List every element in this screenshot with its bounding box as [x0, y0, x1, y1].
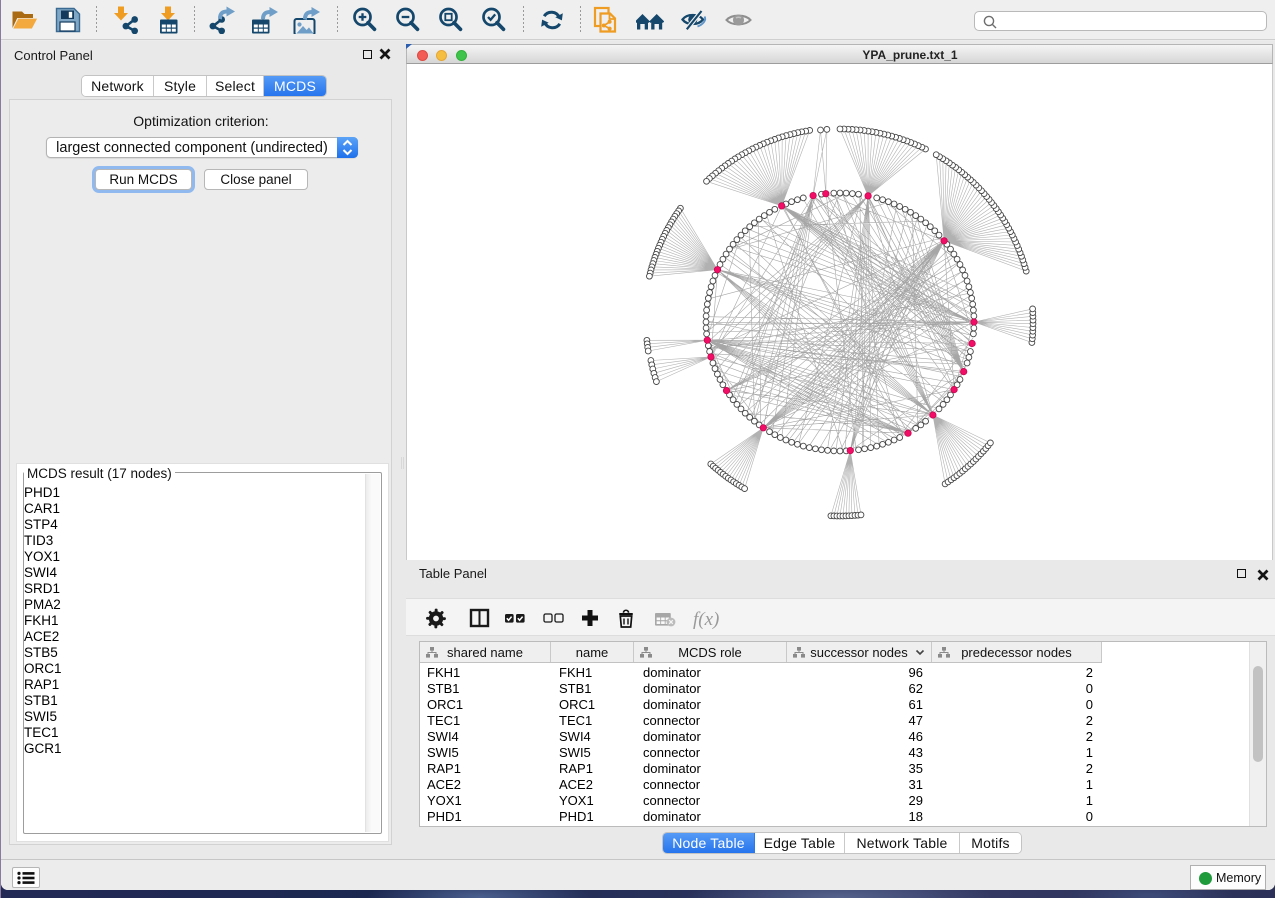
svg-text:f(x): f(x)	[693, 609, 719, 630]
